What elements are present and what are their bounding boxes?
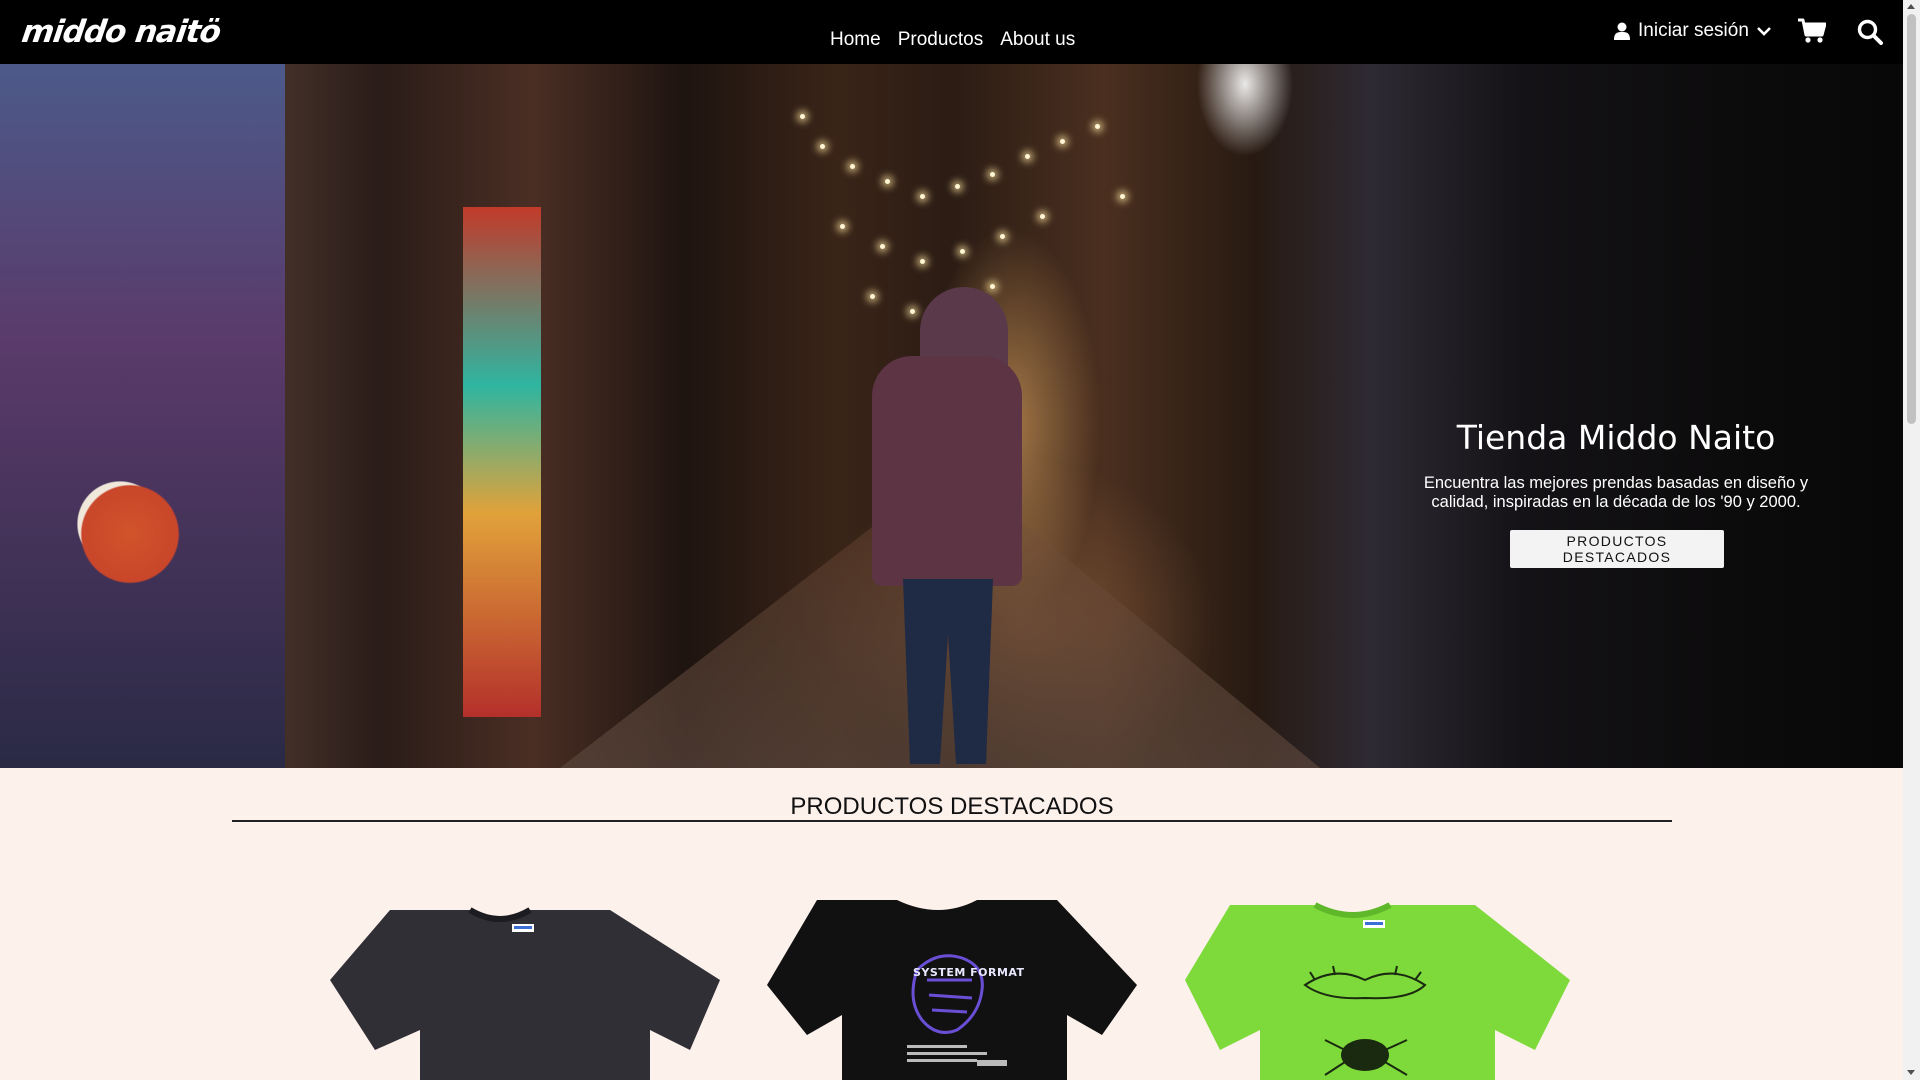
scroll-up-icon[interactable] [1907, 4, 1915, 9]
product-print-text: SYSTEM FORMAT [913, 966, 1025, 979]
hero-graffiti-wall [0, 64, 285, 768]
main-nav: Home Productos About us [830, 28, 1075, 52]
product-card[interactable] [330, 880, 730, 1080]
product-image [330, 907, 720, 1080]
product-card[interactable] [1185, 880, 1585, 1080]
featured-products-button[interactable]: PRODUCTOS DESTACADOS [1510, 530, 1724, 568]
product-card[interactable]: SYSTEM FORMAT [767, 880, 1167, 1080]
product-image [767, 900, 1137, 1080]
product-image [1185, 902, 1570, 1080]
featured-section-title: PRODUCTOS DESTACADOS [790, 793, 1114, 820]
search-icon[interactable] [1857, 19, 1883, 50]
page-scrollbar[interactable] [1903, 0, 1920, 1080]
hero-title: Tienda Middo Naito [1456, 418, 1776, 457]
brand-logo[interactable]: middo naitö [19, 14, 222, 50]
nav-link-productos[interactable]: Productos [898, 28, 984, 52]
login-label: Iniciar sesión [1638, 20, 1749, 41]
chevron-down-icon [1756, 26, 1771, 36]
hero-banner: Tienda Middo Naito Encuentra las mejores… [0, 64, 1903, 768]
hero-subtitle: Encuentra las mejores prendas basadas en… [1423, 474, 1809, 511]
nav-link-home[interactable]: Home [830, 28, 881, 52]
hero-mural [463, 207, 541, 717]
hero-person-body [872, 356, 1022, 586]
section-divider [232, 820, 1672, 822]
cart-icon[interactable] [1798, 18, 1827, 49]
user-icon [1614, 22, 1630, 40]
login-dropdown[interactable]: Iniciar sesión [1614, 20, 1771, 42]
nav-link-about-us[interactable]: About us [1000, 28, 1075, 52]
scroll-down-icon[interactable] [1907, 1070, 1915, 1075]
navbar: middo naitö Home Productos About us Inic… [0, 0, 1903, 64]
featured-products-grid: SYSTEM FORMAT [0, 880, 1903, 1080]
scrollbar-thumb[interactable] [1907, 14, 1916, 424]
